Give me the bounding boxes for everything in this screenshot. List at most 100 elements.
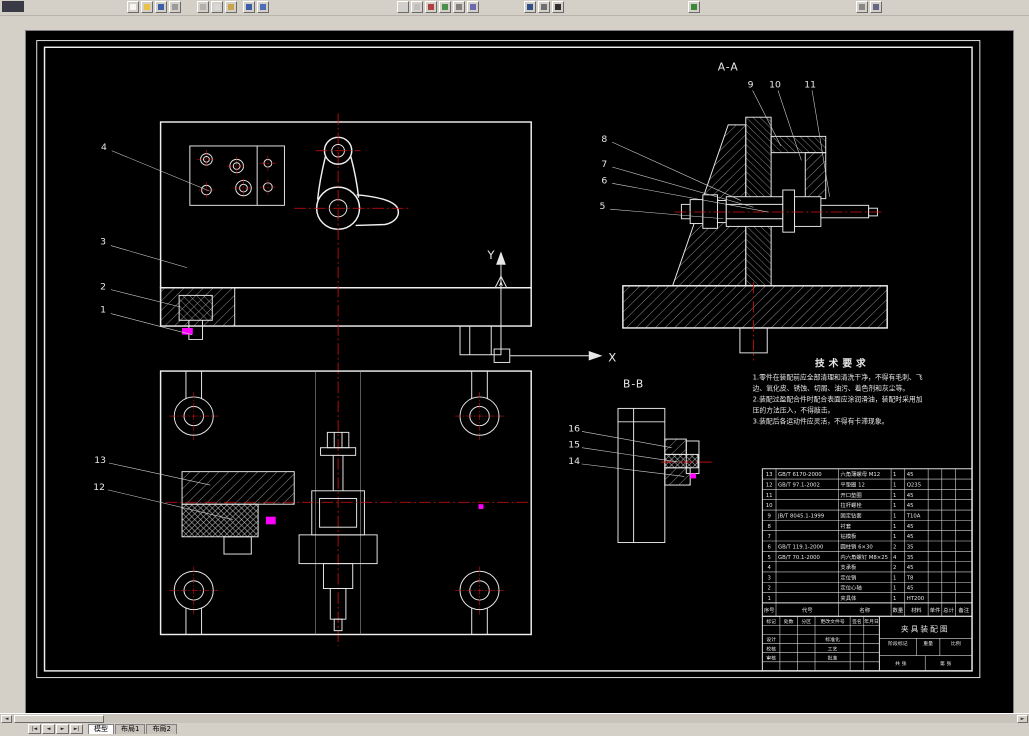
grip-highlight	[265, 516, 276, 525]
section-aa-label: A-A	[718, 60, 739, 73]
bom-cell: 1	[893, 503, 896, 509]
layout-tab-2[interactable]: 布局1	[115, 724, 146, 734]
zoom-extents-icon[interactable]	[425, 1, 437, 13]
bom-cell: 开口垫圈	[840, 491, 861, 499]
bom-header: 总计	[943, 606, 954, 614]
scroll-right-arrow[interactable]: ►	[1017, 715, 1028, 723]
dimension-icon[interactable]	[524, 1, 536, 13]
drawing-canvas[interactable]: A-A B-B X Y A 1 2 3 4 5 6 7 8 9 10 11 12…	[26, 31, 1013, 714]
bom-cell: 9	[767, 514, 770, 520]
bom-cell: 1	[893, 575, 896, 581]
copy-icon[interactable]	[211, 1, 223, 13]
tab-nav-button-3[interactable]: ►	[56, 724, 69, 734]
bom-cell: 六角薄螺母 M12	[840, 470, 880, 478]
linetype-icon[interactable]	[453, 1, 465, 13]
callout-14[interactable]: 14	[568, 456, 580, 467]
callout-3[interactable]: 3	[100, 237, 106, 248]
callout-13[interactable]: 13	[94, 455, 106, 466]
bom-cell: 1	[893, 472, 896, 478]
bom-cell: 1	[893, 483, 896, 489]
tab-nav-button-1[interactable]: |◄	[28, 724, 41, 734]
bom-cell: 定位心轴	[840, 584, 861, 592]
bom-cell: 1	[893, 524, 896, 530]
app-menu-icon[interactable]	[2, 1, 24, 12]
pan-icon-glyph	[400, 4, 406, 10]
text-icon[interactable]	[552, 1, 564, 13]
bom-cell: 1	[893, 514, 896, 520]
tb-stage: 阶段标记	[888, 640, 908, 647]
callout-16[interactable]: 16	[568, 423, 580, 434]
bom-cell: Q235	[907, 483, 921, 489]
osnap-icon[interactable]	[688, 1, 700, 13]
paste-icon[interactable]	[225, 1, 237, 13]
bom-cell: 平垫圈 12	[840, 481, 865, 489]
bom-cell: GB/T 97.1-2002	[778, 483, 820, 489]
bom-cell: 45	[907, 586, 914, 592]
bom-header: 代号	[802, 606, 813, 614]
bom-cell: JB/T 8045.1-1999	[777, 514, 824, 520]
bom-cell: 10	[766, 503, 773, 509]
layout-tab-1[interactable]: 模型	[88, 724, 114, 734]
callout-2[interactable]: 2	[100, 282, 106, 293]
callout-1[interactable]: 1	[100, 305, 106, 316]
bom-cell: 12	[766, 483, 773, 489]
ortho-icon[interactable]	[870, 1, 882, 13]
tb-sheet: 共 张	[895, 660, 906, 667]
zoom-extents-icon-glyph	[428, 4, 434, 10]
zoom-window-icon[interactable]	[411, 1, 423, 13]
tab-nav-button-4[interactable]: ►|	[70, 724, 83, 734]
undo-icon[interactable]	[243, 1, 255, 13]
callout-8[interactable]: 8	[601, 134, 607, 145]
tb-label: 处数	[784, 618, 794, 625]
pan-icon[interactable]	[397, 1, 409, 13]
bom-cell: 45	[907, 472, 914, 478]
zoom-window-icon-glyph	[414, 4, 420, 10]
redo-icon[interactable]	[257, 1, 269, 13]
grid-icon[interactable]	[856, 1, 868, 13]
callout-10[interactable]: 10	[769, 80, 781, 91]
cut-icon[interactable]	[197, 1, 209, 13]
bom-cell: 3	[767, 575, 770, 581]
tech-req-line: 压的方法压入，不得敲击。	[753, 406, 835, 415]
bom-cell: 45	[907, 524, 914, 530]
callout-5[interactable]: 5	[599, 201, 605, 212]
callout-4[interactable]: 4	[101, 142, 107, 153]
callout-12[interactable]: 12	[93, 482, 105, 493]
tech-req-line: 1.零件在装配前应全部清理和清洗干净，不得有毛刺、飞	[753, 373, 923, 382]
save-icon-glyph	[158, 4, 164, 10]
grip-highlight	[478, 504, 484, 510]
layers-icon[interactable]	[439, 1, 451, 13]
callout-11[interactable]: 11	[804, 80, 816, 91]
bom-cell: 45	[907, 493, 914, 499]
status-bar: |◄ ◄ ► ►| 模型 布局1 布局2	[0, 723, 1029, 736]
bom-cell: 夹具体	[840, 594, 857, 602]
bom-cell: 2	[893, 565, 896, 571]
tech-req-line: 边、氧化皮、锈蚀、切屑、油污、着色剂和灰尘等。	[753, 384, 910, 393]
open-folder-icon[interactable]	[141, 1, 153, 13]
cad-viewport[interactable]: A-A B-B X Y A 1 2 3 4 5 6 7 8 9 10 11 12…	[25, 30, 1014, 715]
tb-sheet: 第 张	[940, 660, 951, 667]
scroll-thumb[interactable]	[14, 715, 104, 723]
callout-9[interactable]: 9	[748, 80, 754, 91]
callout-7[interactable]: 7	[601, 159, 607, 170]
grid-icon-glyph	[859, 4, 865, 10]
scroll-left-arrow[interactable]: ◄	[1, 715, 12, 723]
bom-cell: 45	[907, 503, 914, 509]
tab-nav-button-2[interactable]: ◄	[42, 724, 55, 734]
tb-stage: 重量	[923, 640, 933, 647]
print-icon[interactable]	[169, 1, 181, 13]
section-bb-label: B-B	[623, 377, 644, 390]
layout-tab-3[interactable]: 布局2	[146, 724, 177, 734]
layers-icon-glyph	[442, 4, 448, 10]
callout-6[interactable]: 6	[601, 175, 607, 186]
save-icon[interactable]	[155, 1, 167, 13]
new-file-icon[interactable]	[127, 1, 139, 13]
datum-label: A	[499, 282, 503, 288]
cut-icon-glyph	[200, 4, 206, 10]
hatch-icon[interactable]	[538, 1, 550, 13]
drawing-title: 夹具装配图	[901, 624, 950, 634]
properties-icon[interactable]	[467, 1, 479, 13]
bom-cell: 5	[767, 555, 770, 561]
bom-cell: 固定钻套	[840, 512, 862, 520]
callout-15[interactable]: 15	[568, 440, 580, 451]
